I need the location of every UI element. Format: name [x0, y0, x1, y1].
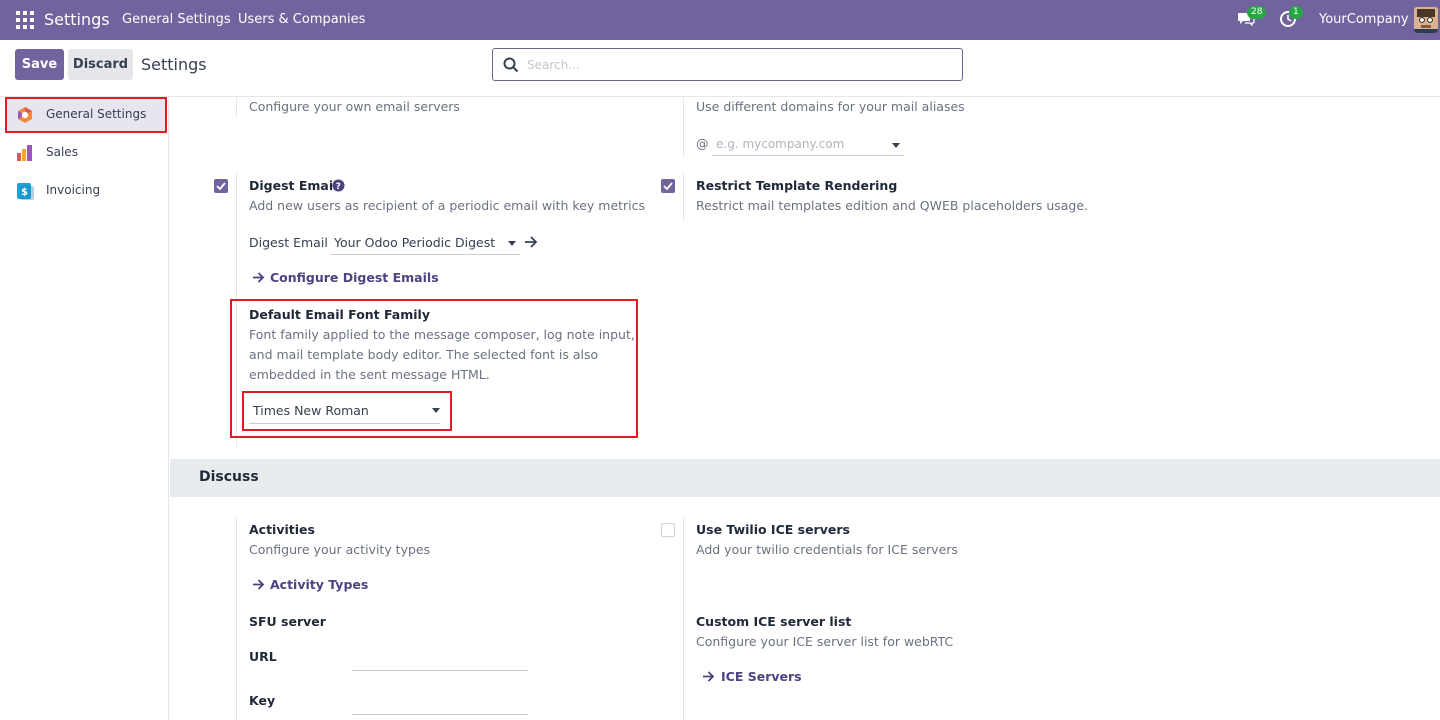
settings-app-icon — [18, 107, 32, 123]
sales-app-icon — [17, 145, 32, 161]
arrow-right-icon — [703, 671, 715, 682]
check-icon — [216, 182, 226, 191]
digest-email-description: Add new users as recipient of a periodic… — [249, 198, 646, 213]
ice-list-description: Configure your ICE server list for webRT… — [696, 634, 954, 649]
chevron-down-icon[interactable] — [508, 241, 516, 246]
control-panel: Save Discard Settings — [0, 40, 1440, 97]
activities-description: Configure your activity types — [249, 542, 431, 557]
ice-servers-link[interactable]: ICE Servers — [721, 669, 802, 684]
invoicing-app-icon: $ — [17, 183, 34, 200]
divider — [236, 517, 237, 720]
divider — [683, 172, 684, 222]
apps-menu-icon[interactable] — [16, 11, 34, 29]
sidebar-item-label: Sales — [46, 145, 78, 159]
twilio-description: Add your twilio credentials for ICE serv… — [696, 542, 958, 557]
arrow-right-icon[interactable] — [524, 236, 538, 248]
restrict-template-checkbox[interactable] — [661, 179, 675, 193]
sidebar-item-label: Invoicing — [46, 183, 101, 197]
font-family-label: Default Email Font Family — [249, 307, 430, 322]
font-family-description-line: and mail template body editor. The selec… — [249, 347, 599, 362]
activities-button[interactable]: 1 — [1279, 6, 1303, 30]
chevron-down-icon[interactable] — [892, 143, 900, 148]
digest-email-checkbox[interactable] — [214, 179, 228, 193]
sfu-url-input[interactable] — [352, 670, 528, 671]
sfu-key-input[interactable] — [352, 714, 528, 715]
digest-field-label: Digest Email — [249, 235, 328, 250]
twilio-checkbox[interactable] — [661, 523, 675, 537]
mail-servers-description: Configure your own email servers — [249, 99, 460, 114]
divider — [236, 97, 237, 117]
alias-domain-input[interactable]: e.g. mycompany.com — [716, 137, 844, 151]
sfu-server-label: SFU server — [249, 614, 326, 629]
restrict-template-label: Restrict Template Rendering — [696, 178, 898, 193]
arrow-right-icon — [253, 272, 265, 283]
breadcrumb-title: Settings — [141, 55, 207, 74]
digest-select-underline — [330, 254, 520, 255]
search-input[interactable] — [527, 56, 947, 74]
digest-select[interactable]: Your Odoo Periodic Digest — [334, 235, 495, 250]
section-title: Discuss — [199, 469, 259, 485]
ice-list-label: Custom ICE server list — [696, 614, 852, 629]
font-family-select[interactable]: Times New Roman — [253, 403, 369, 418]
search-icon — [503, 57, 519, 73]
activities-count-badge: 1 — [1289, 6, 1303, 19]
search-bar[interactable] — [492, 48, 963, 81]
save-button[interactable]: Save — [15, 49, 64, 80]
alias-domain-underline — [712, 155, 904, 156]
settings-sidebar: General Settings Sales $ Invoicing — [0, 97, 169, 720]
user-avatar[interactable] — [1414, 7, 1438, 33]
chevron-down-icon[interactable] — [432, 408, 440, 413]
messages-count-badge: 28 — [1247, 6, 1267, 19]
font-select-underline — [249, 423, 440, 424]
twilio-label: Use Twilio ICE servers — [696, 522, 850, 537]
activity-types-link[interactable]: Activity Types — [270, 577, 368, 592]
sfu-key-label: Key — [249, 693, 276, 708]
restrict-template-description: Restrict mail templates edition and QWEB… — [696, 198, 1089, 213]
sidebar-item-general-settings[interactable]: General Settings — [5, 97, 167, 133]
sidebar-item-label: General Settings — [46, 107, 147, 121]
settings-content: Configure your own email servers Use dif… — [170, 97, 1440, 720]
menu-general-settings[interactable]: General Settings — [122, 12, 231, 27]
svg-text:$: $ — [21, 187, 28, 198]
sfu-url-label: URL — [249, 649, 277, 664]
top-navbar: Settings General Settings Users & Compan… — [0, 0, 1440, 40]
sidebar-item-invoicing[interactable]: $ Invoicing — [5, 173, 167, 209]
sidebar-item-sales[interactable]: Sales — [5, 135, 167, 171]
messages-button[interactable]: 28 — [1237, 6, 1267, 30]
app-title[interactable]: Settings — [44, 10, 110, 29]
discard-button[interactable]: Discard — [68, 49, 133, 80]
font-family-description-line: embedded in the sent message HTML. — [249, 367, 490, 382]
arrow-right-icon — [253, 579, 265, 590]
font-family-description-line: Font family applied to the message compo… — [249, 327, 635, 342]
configure-digest-emails-link[interactable]: Configure Digest Emails — [270, 270, 439, 285]
alias-domain-description: Use different domains for your mail alia… — [696, 99, 965, 114]
discuss-section-header: Discuss — [170, 459, 1440, 497]
divider — [683, 97, 684, 157]
activities-label: Activities — [249, 522, 315, 537]
divider — [683, 517, 684, 720]
menu-users-companies[interactable]: Users & Companies — [238, 12, 365, 27]
alias-at-symbol: @ — [696, 136, 709, 151]
digest-email-label: Digest Email — [249, 178, 338, 193]
svg-text:?: ? — [336, 182, 341, 192]
help-icon[interactable]: ? — [332, 179, 345, 192]
check-icon — [663, 182, 673, 191]
company-switcher[interactable]: YourCompany — [1319, 12, 1409, 27]
